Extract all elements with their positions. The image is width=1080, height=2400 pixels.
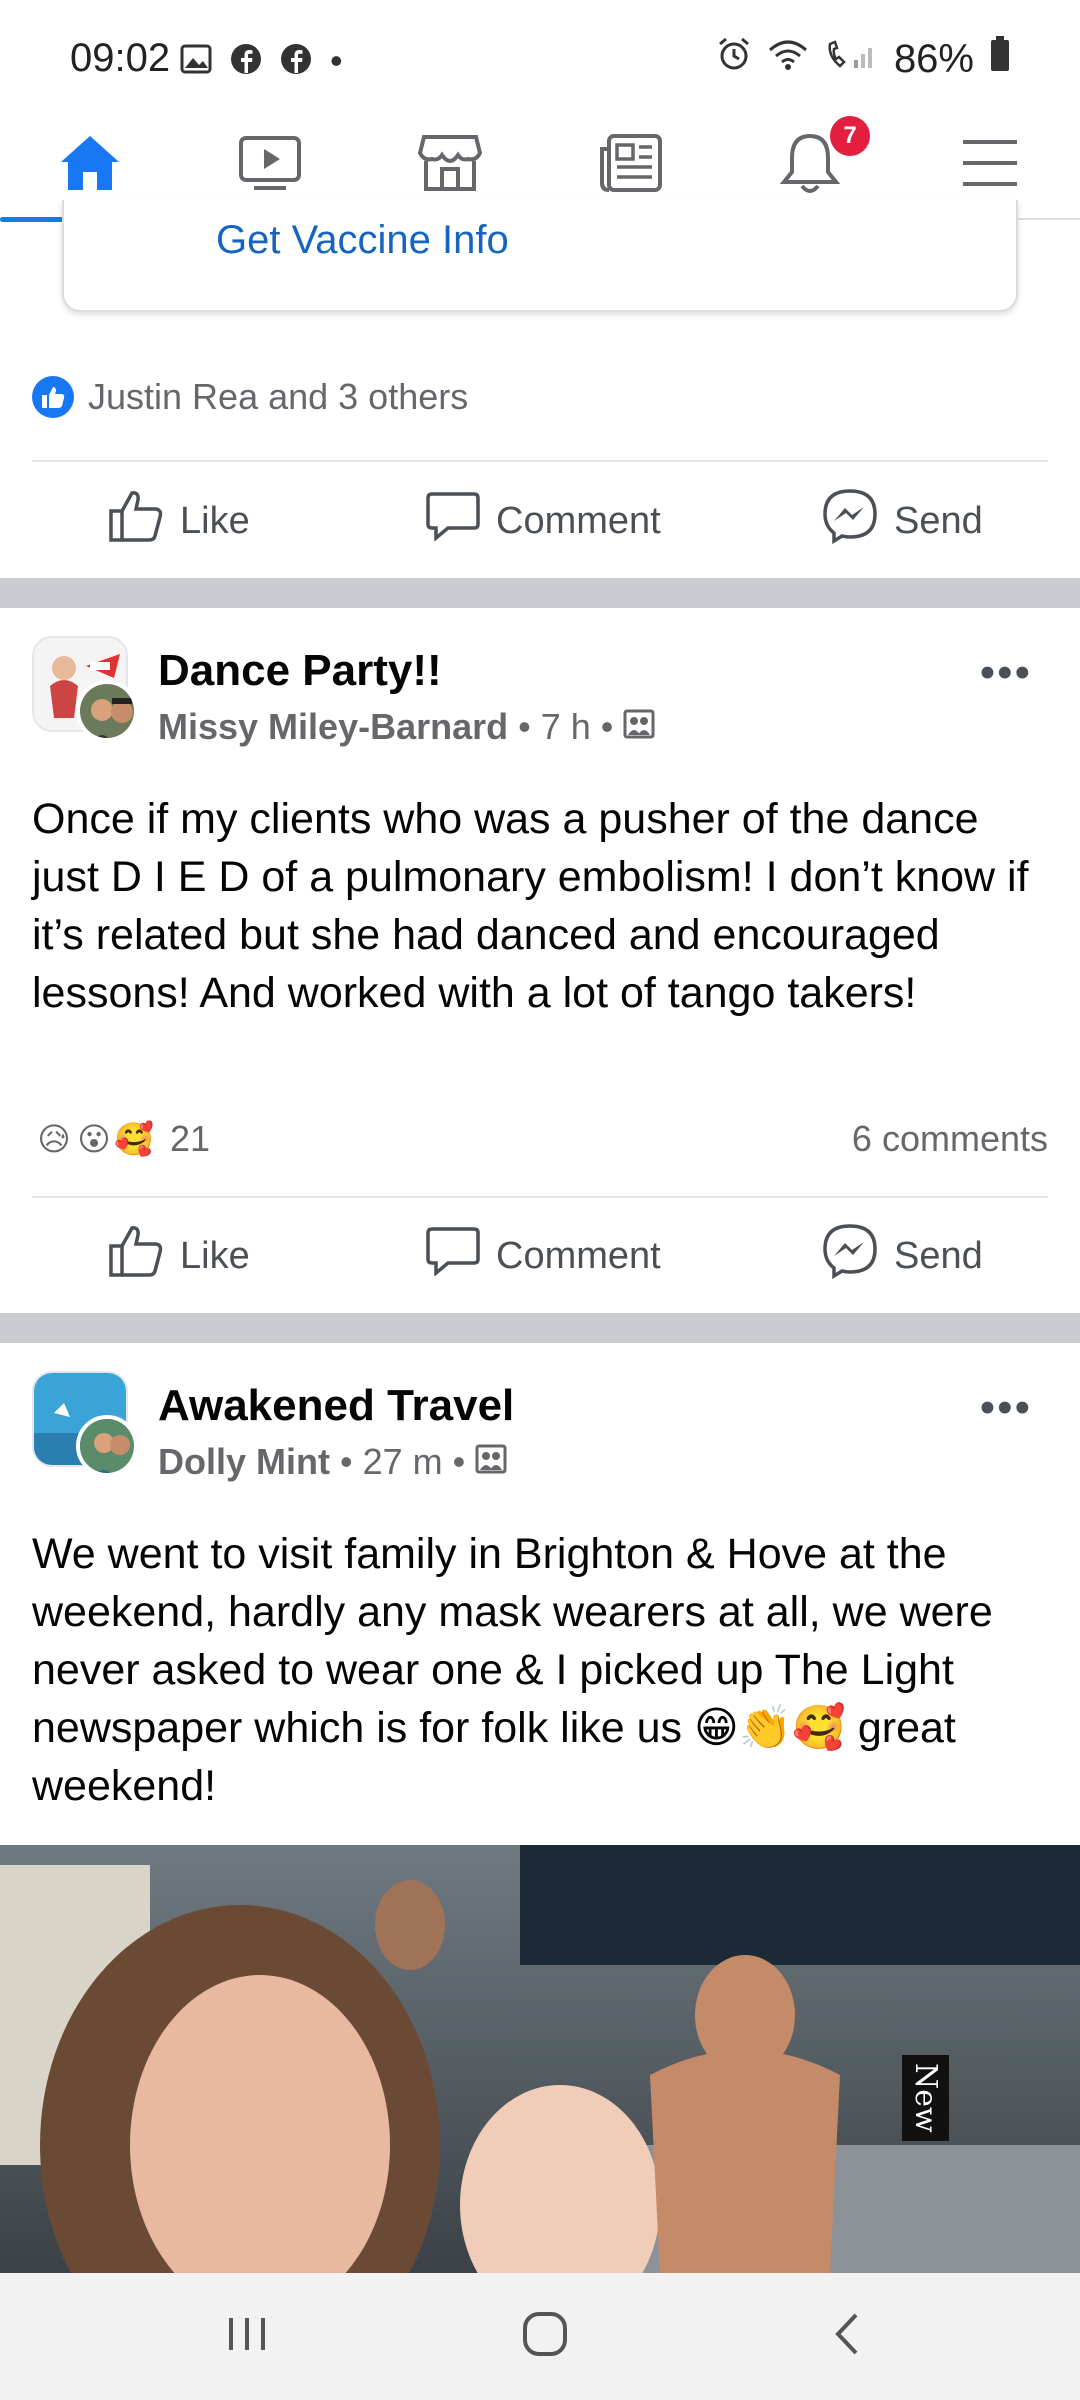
post-body: Once if my clients who was a pusher of t… [32, 795, 1029, 1017]
back-arrow-icon [832, 2311, 862, 2362]
status-dot: • [330, 40, 343, 81]
like-button[interactable]: Like [108, 466, 250, 576]
home-button[interactable] [518, 2311, 572, 2361]
recent-apps-icon [225, 2314, 269, 2359]
post-header: Awakened Travel Dolly Mint • 27 m • ••• [0, 1343, 1080, 1493]
like-label: Like [180, 499, 250, 542]
home-icon [59, 134, 121, 197]
meta-separator: • [600, 706, 614, 747]
post-meta: Dolly Mint • 27 m • [158, 1441, 507, 1483]
home-circle-icon [522, 2311, 568, 2362]
recent-apps-button[interactable] [220, 2311, 274, 2361]
post-header: Dance Party!! Missy Miley-Barnard • 7 h … [0, 608, 1080, 758]
facebook-icon [230, 43, 262, 80]
feed-separator [0, 578, 1080, 608]
send-button[interactable]: Send [822, 466, 983, 576]
wifi-icon [768, 37, 808, 82]
menu-icon [961, 138, 1019, 193]
comment-button[interactable]: Comment [426, 466, 661, 576]
status-bar: 09:02 • 86% [0, 0, 1080, 110]
care-reaction-icon: 🥰 [112, 1117, 156, 1161]
feed-separator [0, 1313, 1080, 1343]
gallery-icon [180, 44, 212, 79]
video-icon [238, 135, 302, 196]
more-options-icon[interactable]: ••• [980, 1383, 1032, 1433]
thumbs-up-icon [108, 1224, 164, 1288]
comment-label: Comment [496, 499, 661, 542]
group-avatar[interactable] [32, 1371, 138, 1477]
comment-icon [426, 491, 480, 551]
send-label: Send [894, 1234, 983, 1277]
status-left-icons: • [180, 40, 343, 82]
comment-count[interactable]: 6 comments [852, 1118, 1048, 1160]
divider [32, 460, 1048, 462]
status-time: 09:02 [70, 36, 171, 80]
group-privacy-icon [623, 706, 655, 748]
post-photo[interactable]: New [0, 1845, 1080, 2275]
thumbs-up-icon [108, 489, 164, 553]
author-name[interactable]: Missy Miley-Barnard [158, 706, 508, 748]
comment-label: Comment [496, 1234, 661, 1277]
group-avatar[interactable] [32, 636, 138, 742]
meta-separator: • [339, 1441, 353, 1482]
post-body: We went to visit family in Brighton & Ho… [32, 1530, 993, 1810]
photo-sign-text: New [902, 2055, 949, 2141]
send-button[interactable]: Send [822, 1201, 983, 1311]
post-actions: Like Comment Send [0, 466, 1080, 576]
author-avatar [76, 680, 138, 742]
author-avatar [76, 1415, 138, 1477]
group-name[interactable]: Dance Party!! [158, 646, 442, 696]
author-name[interactable]: Dolly Mint [158, 1441, 330, 1483]
like-button[interactable]: Like [108, 1201, 250, 1311]
call-signal-icon [824, 37, 878, 82]
like-label: Like [180, 1234, 250, 1277]
comment-button[interactable]: Comment [426, 1201, 661, 1311]
like-reaction-icon [32, 376, 74, 418]
notification-badge: 7 [830, 116, 870, 156]
status-right-icons: 86% [716, 36, 1010, 82]
divider [32, 1196, 1048, 1198]
battery-percent: 86% [893, 36, 974, 81]
send-label: Send [894, 499, 983, 542]
vaccine-info-link[interactable]: Get Vaccine Info [216, 218, 509, 263]
messenger-icon [822, 1223, 878, 1289]
previous-post-reactions[interactable]: Justin Rea and 3 others [32, 376, 468, 418]
system-navigation-bar [0, 2273, 1080, 2400]
marketplace-icon [417, 133, 483, 198]
comment-icon [426, 1226, 480, 1286]
sad-reaction-icon: 😥 [32, 1117, 76, 1161]
wow-reaction-icon: 😮 [72, 1117, 116, 1161]
news-icon [597, 133, 663, 198]
battery-icon [990, 36, 1010, 82]
reaction-summary[interactable]: 😥 😮 🥰 21 [32, 1117, 210, 1161]
messenger-icon [822, 488, 878, 554]
post-time[interactable]: 27 m [363, 1441, 443, 1483]
alarm-icon [716, 36, 752, 82]
reaction-count: 21 [170, 1118, 211, 1159]
reactions-summary: Justin Rea and 3 others [88, 376, 469, 417]
group-privacy-icon [475, 1441, 507, 1483]
more-options-icon[interactable]: ••• [980, 648, 1032, 698]
meta-separator: • [452, 1441, 466, 1482]
back-button[interactable] [820, 2311, 874, 2361]
post-actions: Like Comment Send [0, 1201, 1080, 1311]
group-name[interactable]: Awakened Travel [158, 1381, 514, 1431]
meta-separator: • [518, 706, 531, 747]
vaccine-info-card: Get Vaccine Info [62, 200, 1018, 312]
post-stats: 😥 😮 🥰 21 6 comments [32, 1111, 1048, 1167]
post-time[interactable]: 7 h [541, 706, 591, 748]
facebook-icon [280, 43, 312, 80]
post-meta: Missy Miley-Barnard • 7 h • [158, 706, 655, 748]
